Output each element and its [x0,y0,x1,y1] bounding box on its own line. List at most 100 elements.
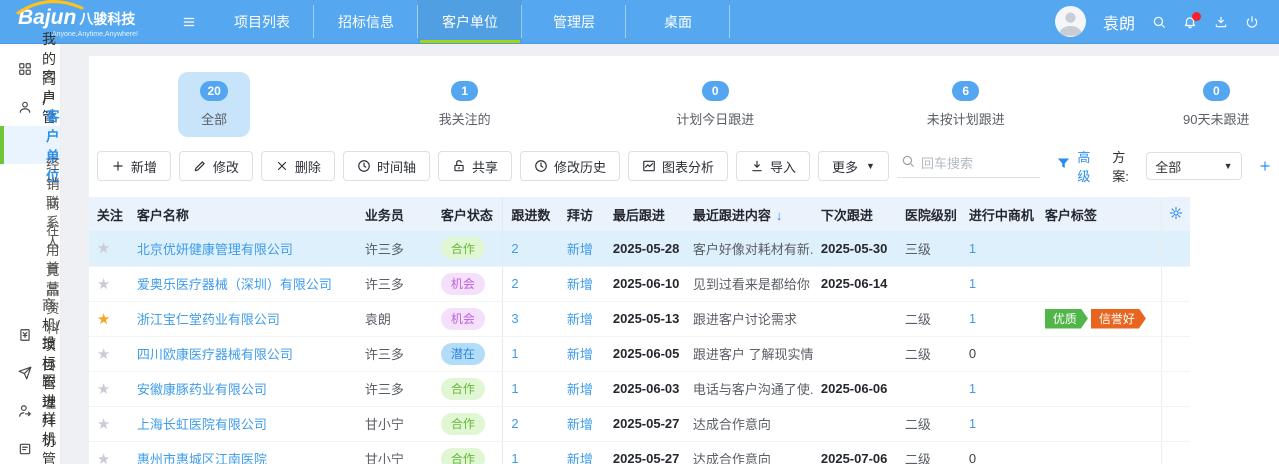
opportunity-count-link[interactable]: 1 [969,241,976,256]
toolbar-button-8[interactable]: 更多▼ [818,151,889,181]
favorite-star-icon[interactable]: ★ [97,381,110,398]
favorite-star-icon[interactable]: ★ [97,276,110,293]
customer-name-link[interactable]: 爱奥乐医疗器械（深圳）有限公司 [137,277,332,292]
stat-tab-3[interactable]: 6 未按计划跟进 [905,72,1027,137]
column-header-3[interactable]: 客户状态 [433,197,503,231]
sort-desc-icon[interactable]: ↓ [776,208,783,223]
opportunity-count-link[interactable]: 1 [969,311,976,326]
customer-name-link[interactable]: 惠州市惠城区江南医院 [137,452,267,464]
opportunity-count-link[interactable]: 1 [969,416,976,431]
search-input[interactable] [921,156,1031,171]
column-settings-header [1162,197,1190,231]
follow-count-link[interactable]: 2 [511,241,518,256]
table-row[interactable]: ★ 四川欧康医疗器械有限公司 许三多 潜在 1 新增 2025-06-05 跟进… [89,336,1190,371]
customer-tag: 信誉好 [1091,309,1146,329]
customer-name-link[interactable]: 北京优妍健康管理有限公司 [137,242,293,257]
follow-count-link[interactable]: 1 [511,451,518,464]
favorite-star-icon[interactable]: ★ [97,451,110,464]
recent-content-cell: 客户好像对耗材有新... [693,242,813,257]
toolbar-button-5[interactable]: 修改历史 [520,151,620,181]
toolbar-button-2[interactable]: 删除 [261,151,335,181]
follow-count-link[interactable]: 1 [511,381,518,396]
column-header-8[interactable]: 下次跟进 [813,197,897,231]
follow-count-link[interactable]: 2 [511,276,518,291]
visit-add-link[interactable]: 新增 [567,277,593,292]
favorite-star-icon[interactable]: ★ [97,416,110,433]
favorite-star-icon[interactable]: ★ [97,346,110,363]
visit-add-link[interactable]: 新增 [567,452,593,464]
sidebar-item-5[interactable]: 样机管理 [0,430,60,464]
customer-name-link[interactable]: 安徽康豚药业有限公司 [137,382,267,397]
visit-add-link[interactable]: 新增 [567,347,593,362]
owner-cell: 许三多 [365,277,404,292]
last-follow-cell: 2025-05-13 [613,311,680,326]
status-badge: 机会 [441,308,485,330]
notifications-icon[interactable] [1183,15,1197,29]
nav-item-4[interactable]: 桌面 [626,0,730,43]
search-icon[interactable] [1152,15,1166,29]
visit-add-link[interactable]: 新增 [567,312,593,327]
nav-item-0[interactable]: 项目列表 [210,0,314,43]
user-name[interactable]: 袁朗 [1103,10,1135,34]
gear-icon[interactable] [1169,208,1183,223]
favorite-star-icon[interactable]: ★ [97,240,110,257]
customer-name-link[interactable]: 浙江宝仁堂药业有限公司 [137,312,280,327]
nav-item-1[interactable]: 招标信息 [314,0,418,43]
column-header-7[interactable]: 最近跟进内容↓ [685,197,813,231]
logout-icon[interactable] [1245,15,1259,29]
brand-tagline: Anyone,Anytime,Anywhere! [52,31,168,38]
visit-add-link[interactable]: 新增 [567,382,593,397]
column-header-label: 客户标签 [1045,208,1097,223]
owner-cell: 许三多 [365,242,404,257]
table-row[interactable]: ★ 北京优妍健康管理有限公司 许三多 合作 2 新增 2025-05-28 客户… [89,231,1190,266]
add-scheme-icon[interactable] [1258,159,1272,173]
stats-tabs: 20 全部 1 我关注的 0 计划今日跟进 6 未按计划跟进 0 90天未跟进 [89,72,1279,137]
opportunity-count-link[interactable]: 1 [969,276,976,291]
column-header-5[interactable]: 拜访 [559,197,605,231]
toolbar-button-3[interactable]: 时间轴 [343,151,430,181]
toolbar-button-label: 时间轴 [377,157,416,176]
toolbar-button-0[interactable]: 新增 [97,151,171,181]
stat-count-badge: 20 [200,81,227,101]
column-header-2[interactable]: 业务员 [357,197,433,231]
customer-name-link[interactable]: 四川欧康医疗器械有限公司 [137,347,293,362]
toolbar-button-7[interactable]: 导入 [736,151,810,181]
favorite-star-icon[interactable]: ★ [97,311,110,328]
visit-add-link[interactable]: 新增 [567,242,593,257]
stat-tab-4[interactable]: 0 90天未跟进 [1161,72,1271,137]
column-header-11[interactable]: 客户标签 [1037,197,1162,231]
column-header-10[interactable]: 进行中商机 [961,197,1037,231]
sidebar-subitem-1-4[interactable]: 首营资料 [0,278,60,316]
stat-tab-2[interactable]: 0 计划今日跟进 [654,72,776,137]
customer-name-link[interactable]: 上海长虹医院有限公司 [137,417,267,432]
column-header-0[interactable]: 关注 [89,197,129,231]
stat-tab-0[interactable]: 20 全部 [178,72,249,137]
menu-toggle-icon[interactable] [168,0,210,43]
opportunity-count-link[interactable]: 1 [969,381,976,396]
history-icon [534,159,548,173]
nav-item-3[interactable]: 管理层 [522,0,626,43]
advanced-filter-link[interactable]: 高级 [1077,147,1100,185]
follow-count-link[interactable]: 1 [511,346,518,361]
toolbar-button-1[interactable]: 修改 [179,151,253,181]
follow-count-link[interactable]: 3 [511,311,518,326]
stat-tab-1[interactable]: 1 我关注的 [417,72,513,137]
column-header-4[interactable]: 跟进数 [503,197,559,231]
visit-add-link[interactable]: 新增 [567,417,593,432]
table-row[interactable]: ★ 安徽康豚药业有限公司 许三多 合作 1 新增 2025-06-03 电话与客… [89,371,1190,406]
table-row[interactable]: ★ 浙江宝仁堂药业有限公司 袁朗 机会 3 新增 2025-05-13 跟进客户… [89,301,1190,336]
toolbar-button-6[interactable]: 图表分析 [628,151,728,181]
nav-item-2[interactable]: 客户单位 [418,0,522,43]
column-header-1[interactable]: 客户名称 [129,197,357,231]
filter-funnel-icon[interactable] [1056,156,1071,176]
scheme-select[interactable]: 全部 ▼ [1146,152,1241,180]
table-row[interactable]: ★ 爱奥乐医疗器械（深圳）有限公司 许三多 机会 2 新增 2025-06-10… [89,266,1190,301]
table-row[interactable]: ★ 惠州市惠城区江南医院 甘小宁 合作 1 新增 2025-05-27 达成合作… [89,441,1190,464]
follow-count-link[interactable]: 2 [511,416,518,431]
toolbar-button-4[interactable]: 共享 [438,151,512,181]
column-header-6[interactable]: 最后跟进 [605,197,685,231]
table-row[interactable]: ★ 上海长虹医院有限公司 甘小宁 合作 2 新增 2025-05-27 达成合作… [89,406,1190,441]
download-icon[interactable] [1214,15,1228,29]
avatar[interactable] [1055,6,1086,37]
column-header-9[interactable]: 医院级别 [897,197,961,231]
